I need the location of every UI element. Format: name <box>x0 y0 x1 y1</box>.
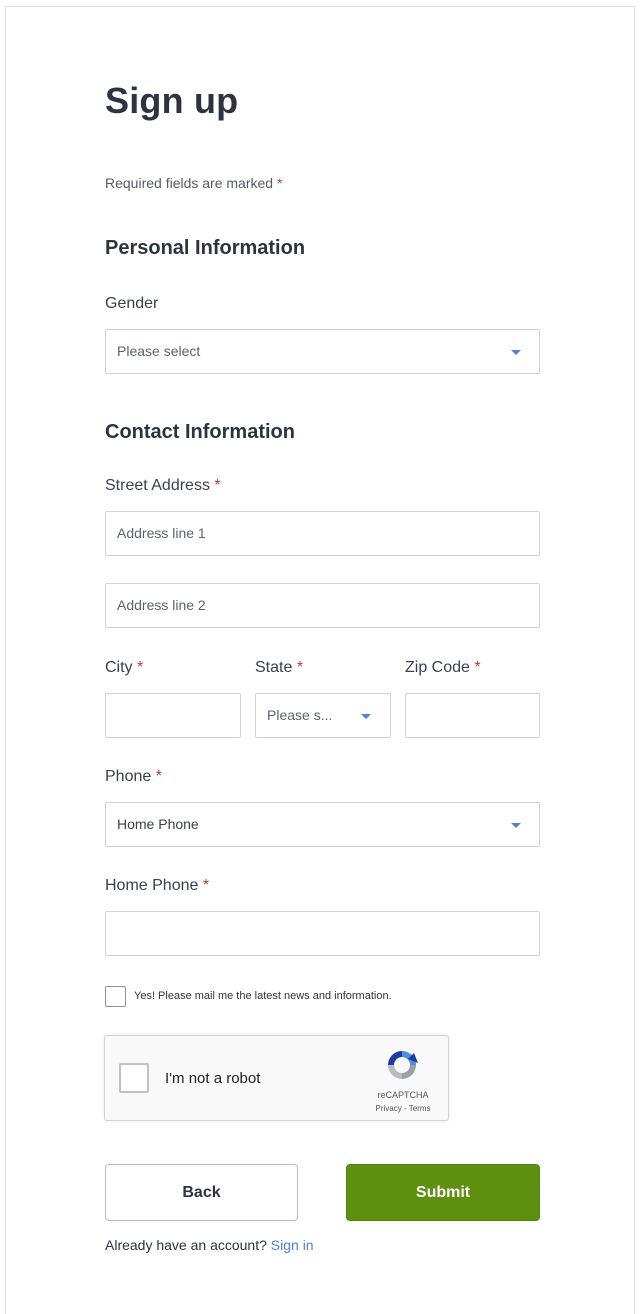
gender-select-value: Please select <box>117 343 201 359</box>
signin-prompt: Already have an account? Sign in <box>105 1237 314 1253</box>
recaptcha-label: I'm not a robot <box>165 1070 261 1087</box>
address-line-2-placeholder: Address line 2 <box>117 597 206 613</box>
recaptcha-widget: I'm not a robot reCAPTCHA Privacy - Term… <box>104 1035 449 1121</box>
state-select[interactable]: Please s... <box>255 693 391 738</box>
contact-info-heading: Contact Information <box>105 421 295 443</box>
phone-type-value: Home Phone <box>117 816 199 832</box>
chevron-down-icon <box>511 350 521 355</box>
recaptcha-terms-link[interactable]: Terms <box>409 1104 431 1113</box>
home-phone-input[interactable] <box>105 911 540 956</box>
phone-type-select[interactable]: Home Phone <box>105 802 540 847</box>
newsletter-checkbox[interactable] <box>105 986 126 1007</box>
chevron-down-icon <box>361 714 371 719</box>
recaptcha-separator: - <box>403 1104 407 1113</box>
address-line-1-input[interactable]: Address line 1 <box>105 511 540 556</box>
back-button[interactable]: Back <box>105 1164 298 1221</box>
home-phone-label: Home Phone * <box>105 877 209 895</box>
state-select-value: Please s... <box>267 707 333 723</box>
city-label-text: City <box>105 659 133 676</box>
required-marker: * <box>202 877 210 894</box>
required-marker: * <box>276 175 283 191</box>
signin-link[interactable]: Sign in <box>271 1237 314 1253</box>
zip-code-label: Zip Code * <box>405 659 481 677</box>
signin-prompt-text: Already have an account? <box>105 1237 267 1253</box>
required-marker: * <box>155 768 162 785</box>
required-marker: * <box>296 659 304 676</box>
gender-label: Gender <box>105 295 159 312</box>
zip-code-label-text: Zip Code <box>405 659 470 676</box>
phone-label-text: Phone <box>105 768 152 785</box>
street-address-label-text: Street Address <box>105 477 210 494</box>
required-hint-text: Required fields are marked <box>105 175 274 191</box>
newsletter-label: Yes! Please mail me the latest news and … <box>134 990 392 1002</box>
recaptcha-brand: reCAPTCHA <box>377 1090 429 1100</box>
required-marker: * <box>474 659 481 676</box>
recaptcha-privacy-link[interactable]: Privacy <box>376 1104 402 1113</box>
recaptcha-checkbox[interactable] <box>119 1063 149 1093</box>
chevron-down-icon <box>511 823 521 828</box>
recaptcha-logo-icon <box>384 1047 420 1083</box>
state-label: State * <box>255 659 303 677</box>
address-line-2-input[interactable]: Address line 2 <box>105 583 540 628</box>
city-input[interactable] <box>105 693 241 738</box>
page-title: Sign up <box>105 80 239 121</box>
zip-code-input[interactable] <box>405 693 540 738</box>
street-address-label: Street Address * <box>105 477 221 495</box>
required-marker: * <box>214 477 221 494</box>
submit-button[interactable]: Submit <box>346 1164 540 1221</box>
personal-info-heading: Personal Information <box>105 237 306 259</box>
home-phone-label-text: Home Phone <box>105 877 199 894</box>
required-marker: * <box>137 659 144 676</box>
city-label: City * <box>105 659 143 677</box>
address-line-1-placeholder: Address line 1 <box>117 525 206 541</box>
required-hint: Required fields are marked * <box>105 175 282 191</box>
gender-select[interactable]: Please select <box>105 329 540 374</box>
recaptcha-links: Privacy - Terms <box>367 1104 439 1113</box>
state-label-text: State <box>255 659 293 676</box>
phone-label: Phone * <box>105 768 162 786</box>
